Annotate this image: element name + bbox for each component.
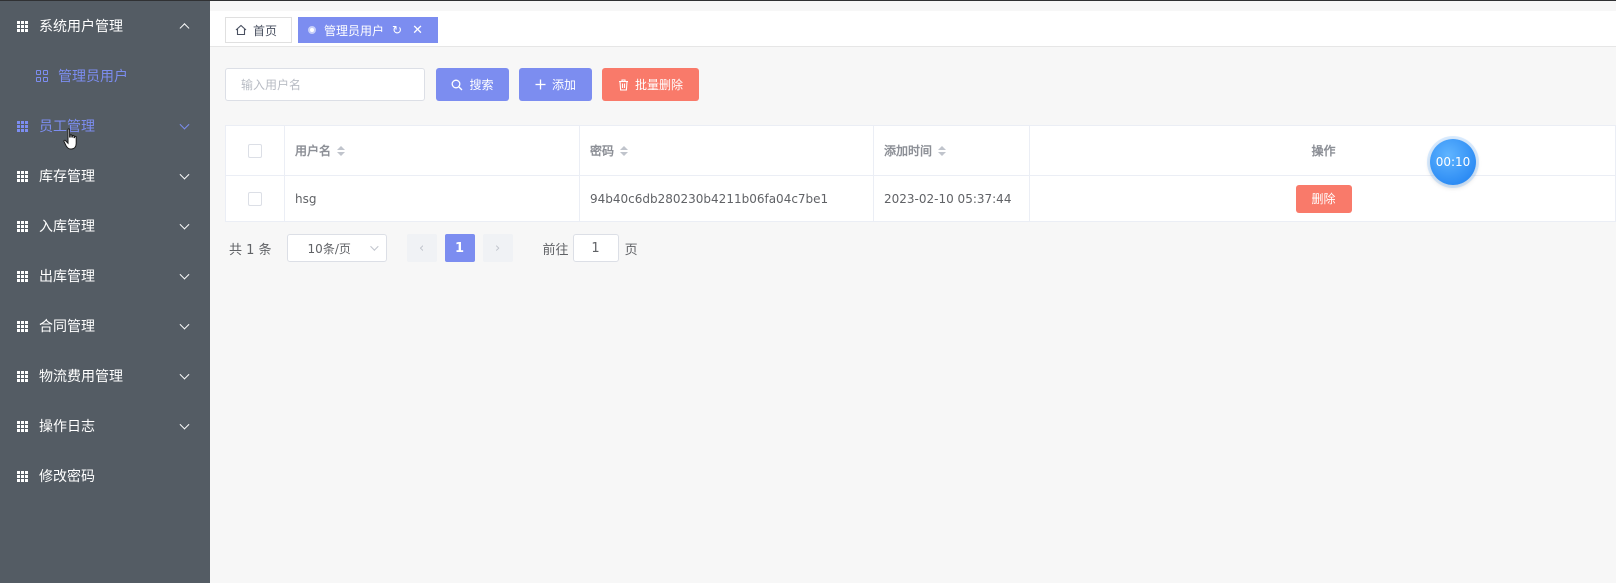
sidebar-item-label: 出库管理 [39,269,95,285]
select-all-checkbox[interactable] [248,143,262,158]
batch-delete-button[interactable]: 批量删除 [602,68,699,101]
home-icon [235,24,247,36]
sidebar-item-change-password[interactable]: 修改密码 [0,451,210,501]
batch-delete-button-label: 批量删除 [634,78,683,92]
row-checkbox-cell [226,176,285,221]
header-label: 用户名 [295,144,332,158]
chevron-down-icon [179,369,190,380]
chevron-down-icon [179,269,190,280]
plus-icon [535,79,546,90]
tab-home-label: 首页 [253,23,278,38]
page-size-select[interactable]: 10条/页 [286,234,387,262]
sidebar-item-contracts[interactable]: 合同管理 [0,301,210,351]
chevron-up-icon [179,23,190,34]
total-count: 共 1 条 [229,242,272,258]
sidebar-item-label: 入库管理 [39,219,95,235]
trash-icon [618,78,629,91]
chevron-down-icon [369,242,379,251]
sidebar-item-logistics-fees[interactable]: 物流费用管理 [0,351,210,401]
tabs-bar: 首页 管理员用户 ↻ ✕ [210,11,1616,47]
search-button[interactable]: 搜索 [436,68,509,101]
timer-badge[interactable]: 00:10 [1430,139,1476,185]
sidebar-item-system-users[interactable]: 系统用户管理 [0,1,210,51]
refresh-icon[interactable]: ↻ [392,23,402,37]
search-icon [451,79,463,91]
header-password[interactable]: 密码 [580,126,874,175]
users-table: 用户名 密码 添加时间 操作 hsg 94b40c6db280230b4211b… [225,125,1616,222]
page-size-value: 10条/页 [307,241,351,256]
header-label: 操作 [1311,144,1336,158]
main-content: 首页 管理员用户 ↻ ✕ 搜索 添加 批量删除 [210,1,1616,583]
tab-admin-users[interactable]: 管理员用户 ↻ ✕ [298,17,438,43]
chevron-down-icon [179,169,190,180]
sidebar-item-label: 合同管理 [39,319,95,335]
sidebar-item-outbound[interactable]: 出库管理 [0,251,210,301]
header-label: 密码 [590,144,615,158]
sidebar-item-label: 操作日志 [39,419,95,435]
delete-row-button[interactable]: 删除 [1295,184,1352,213]
active-dot-icon [308,26,316,34]
cell-added-time: 2023-02-10 05:37:44 [874,176,1030,221]
sort-icon[interactable] [620,145,629,156]
grid-icon [17,220,28,232]
page-number-button[interactable]: 1 [444,234,475,262]
goto-label: 前往 [542,242,569,258]
sort-icon[interactable] [938,145,947,156]
goto-page-input[interactable] [572,234,619,262]
sidebar-item-label: 修改密码 [39,469,95,485]
search-button-label: 搜索 [469,78,494,92]
chevron-down-icon [179,119,190,130]
sort-icon[interactable] [337,145,346,156]
sidebar-subitem-admin-users[interactable]: 管理员用户 [0,51,210,101]
chevron-down-icon [179,319,190,330]
sidebar: 系统用户管理 管理员用户 员工管理 库存管理 入库管理 出库管理 合同管理 物流… [0,1,210,583]
sidebar-item-label: 库存管理 [39,169,95,185]
cell-password: 94b40c6db280230b4211b06fa04c7be1 [580,176,874,221]
grid-icon [17,170,28,182]
header-username[interactable]: 用户名 [285,126,580,175]
hand-cursor-icon [63,128,77,150]
sidebar-subitem-label: 管理员用户 [58,69,128,85]
add-button[interactable]: 添加 [519,68,592,101]
menu-icon [36,70,48,82]
sidebar-item-inbound[interactable]: 入库管理 [0,201,210,251]
grid-icon [17,270,28,282]
sidebar-item-operation-log[interactable]: 操作日志 [0,401,210,451]
sidebar-item-employees[interactable]: 员工管理 [0,101,210,151]
tab-admin-users-label: 管理员用户 [324,23,385,38]
grid-icon [17,470,28,482]
page-suffix-label: 页 [624,242,638,258]
grid-icon [17,320,28,332]
sidebar-item-label: 物流费用管理 [39,369,123,385]
grid-icon [17,420,28,432]
chevron-down-icon [179,419,190,430]
sidebar-item-label: 系统用户管理 [39,19,123,35]
prev-page-button[interactable]: ‹ [406,234,437,262]
grid-icon [17,20,28,32]
cell-username: hsg [285,176,580,221]
grid-icon [17,120,28,132]
chevron-down-icon [179,219,190,230]
header-checkbox-cell [226,126,285,175]
row-checkbox[interactable] [248,191,262,206]
next-page-button[interactable]: › [482,234,513,262]
pagination: 共 1 条 10条/页 ‹ 1 › 前往 页 [225,234,638,262]
table-row: hsg 94b40c6db280230b4211b06fa04c7be1 202… [226,176,1616,222]
header-actions: 操作 [1030,126,1616,175]
username-search-input[interactable] [225,68,425,101]
add-button-label: 添加 [551,78,576,92]
grid-icon [17,370,28,382]
sidebar-item-inventory[interactable]: 库存管理 [0,151,210,201]
close-icon[interactable]: ✕ [412,23,423,38]
tab-home[interactable]: 首页 [225,17,292,43]
cell-actions: 删除 [1030,176,1616,221]
header-label: 添加时间 [884,144,933,158]
table-header-row: 用户名 密码 添加时间 操作 [226,126,1616,176]
header-added-time[interactable]: 添加时间 [874,126,1030,175]
